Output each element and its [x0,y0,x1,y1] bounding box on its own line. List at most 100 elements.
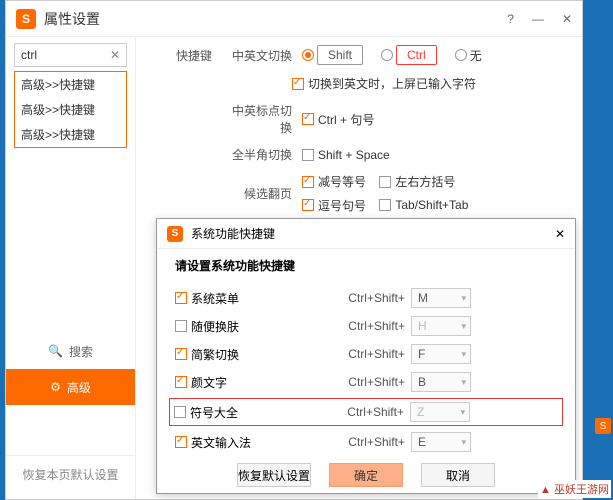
shortcut-label: 英文输入法 [191,434,251,451]
page-label: 候选翻页 [222,185,292,202]
suggestion-item[interactable]: 高级>>快捷键 [15,97,126,122]
shortcut-label: 随便换肤 [191,318,239,335]
dialog-buttons: 恢复默认设置 确定 取消 [157,463,575,487]
suggestion-item[interactable]: 高级>>快捷键 [15,72,126,97]
checkbox-icon [379,176,391,188]
checkbox-punct[interactable]: Ctrl + 句号 [302,111,374,128]
shortcut-key-select[interactable]: Z [410,402,470,422]
shortcut-key-select[interactable]: H [411,316,471,336]
shortcut-label: 简繁切换 [191,346,239,363]
shortcut-prefix: Ctrl+Shift+ [325,435,405,449]
row-cn-en: 快捷键 中英文切换 Shift Ctrl 无 [152,45,566,65]
restore-defaults-button[interactable]: 恢复默认设置 [237,463,311,487]
checkbox-page-1[interactable]: 左右方括号 [379,173,455,190]
close-button[interactable]: ✕ [562,12,572,26]
checkbox-page-0[interactable]: 减号等号 [302,173,366,190]
shortcut-prefix: Ctrl+Shift+ [325,319,405,333]
checkbox-icon [302,113,314,125]
search-suggestions: 高级>>快捷键 高级>>快捷键 高级>>快捷键 [14,71,127,148]
checkbox-icon [292,78,304,90]
section-label: 快捷键 [152,47,212,64]
shortcut-label: 符号大全 [190,404,238,421]
shortcut-key-select[interactable]: B [411,372,471,392]
checkbox-icon [302,176,314,188]
shortcut-checkbox[interactable]: 随便换肤 [175,318,315,335]
checkbox-icon [302,199,314,211]
shortcut-prefix: Ctrl+Shift+ [324,405,404,419]
window-title: 属性设置 [44,9,100,29]
shortcut-prefix: Ctrl+Shift+ [325,375,405,389]
checkbox-page-2[interactable]: 逗号句号 [302,197,366,214]
shortcut-key-select[interactable]: M [411,288,471,308]
shortcut-row: 颜文字 Ctrl+Shift+ B [175,368,557,396]
row-fullhalf: 全半角切换 Shift + Space [152,146,566,163]
row-punct: 中英标点切换 Ctrl + 句号 [152,102,566,136]
radio-shift[interactable]: Shift [302,45,363,65]
commit-label: 切换到英文时，上屏已输入字符 [308,75,476,92]
shortcut-checkbox[interactable]: 系统菜单 [175,290,315,307]
shortcut-key-select[interactable]: F [411,344,471,364]
shortcut-label: 颜文字 [191,374,227,391]
shortcut-prefix: Ctrl+Shift+ [325,347,405,361]
radio-none[interactable]: 无 [455,47,482,64]
nav-search[interactable]: 🔍 搜索 [6,333,135,369]
radio-ctrl[interactable]: Ctrl [381,45,437,65]
punct-text: Ctrl + 句号 [318,111,374,128]
dialog-body: 请设置系统功能快捷键 系统菜单 Ctrl+Shift+ M 随便换肤 Ctrl+Shif… [157,249,575,464]
chip-ctrl: Ctrl [396,45,437,65]
shortcut-key-select[interactable]: E [411,432,471,452]
fullhalf-label: 全半角切换 [222,146,292,163]
radio-none-label: 无 [470,47,482,64]
clear-search-icon[interactable]: ✕ [110,48,120,62]
ok-button[interactable]: 确定 [329,463,403,487]
cn-en-label: 中英文切换 [222,47,292,64]
dialog-logo: S [167,226,183,242]
shortcut-row: 简繁切换 Ctrl+Shift+ F [175,340,557,368]
checkbox-page-3[interactable]: Tab/Shift+Tab [379,198,468,212]
chip-shift: Shift [317,45,363,65]
watermark: ▲ 巫妖王游网 [538,480,611,498]
help-button[interactable]: ? [507,12,514,26]
search-input[interactable] [21,48,110,62]
shortcut-label: 系统菜单 [191,290,239,307]
search-box[interactable]: ✕ [14,43,127,67]
shortcut-prefix: Ctrl+Shift+ [325,291,405,305]
row-commit: 切换到英文时，上屏已输入字符 [152,75,566,92]
shortcut-checkbox[interactable]: 英文输入法 [175,434,315,451]
shortcut-row: 符号大全 Ctrl+Shift+ Z [169,398,563,426]
nav-search-label: 搜索 [69,343,93,360]
dialog-subtitle: 请设置系统功能快捷键 [175,257,557,274]
restore-page-defaults[interactable]: 恢复本页默认设置 [6,455,135,493]
gear-icon: ⚙ [50,380,61,394]
checkbox-icon [379,199,391,211]
search-icon: 🔍 [48,344,63,358]
titlebar: S 属性设置 ? — ✕ [6,1,582,37]
shortcut-checkbox[interactable]: 简繁切换 [175,346,315,363]
nav-advanced[interactable]: ⚙ 高级 [6,369,135,405]
fullhalf-text: Shift + Space [318,148,390,162]
dialog-close-button[interactable]: ✕ [555,227,565,241]
suggestion-item[interactable]: 高级>>快捷键 [15,122,126,147]
cancel-button[interactable]: 取消 [421,463,495,487]
shortcut-checkbox[interactable]: 颜文字 [175,374,315,391]
checkbox-fullhalf[interactable]: Shift + Space [302,148,390,162]
nav-advanced-label: 高级 [67,379,91,396]
checkbox-icon [175,376,187,388]
sidebar: ✕ 高级>>快捷键 高级>>快捷键 高级>>快捷键 🔍 搜索 ⚙ 高级 恢复本页… [6,37,136,499]
punct-label: 中英标点切换 [222,102,292,136]
shortcut-dialog: S 系统功能快捷键 ✕ 请设置系统功能快捷键 系统菜单Ctrl+Shift+M随… [156,218,576,494]
checkbox-commit[interactable]: 切换到英文时，上屏已输入字符 [292,75,476,92]
checkbox-icon [302,149,314,161]
shortcut-checkbox[interactable]: 符号大全 [174,404,314,421]
checkbox-icon [174,406,186,418]
dialog-header: S 系统功能快捷键 ✕ [157,219,575,249]
tray-logo[interactable]: S [595,418,611,434]
row-page: 候选翻页 减号等号 左右方括号 逗号句号 Tab/Shift+Tab [152,173,566,214]
checkbox-icon [175,436,187,448]
window-controls: ? — ✕ [507,12,572,26]
shortcut-row: 英文输入法 Ctrl+Shift+ E [175,428,557,456]
minimize-button[interactable]: — [532,12,544,26]
shortcut-row: 随便换肤 Ctrl+Shift+ H [175,312,557,340]
checkbox-icon [175,320,187,332]
checkbox-icon [175,292,187,304]
